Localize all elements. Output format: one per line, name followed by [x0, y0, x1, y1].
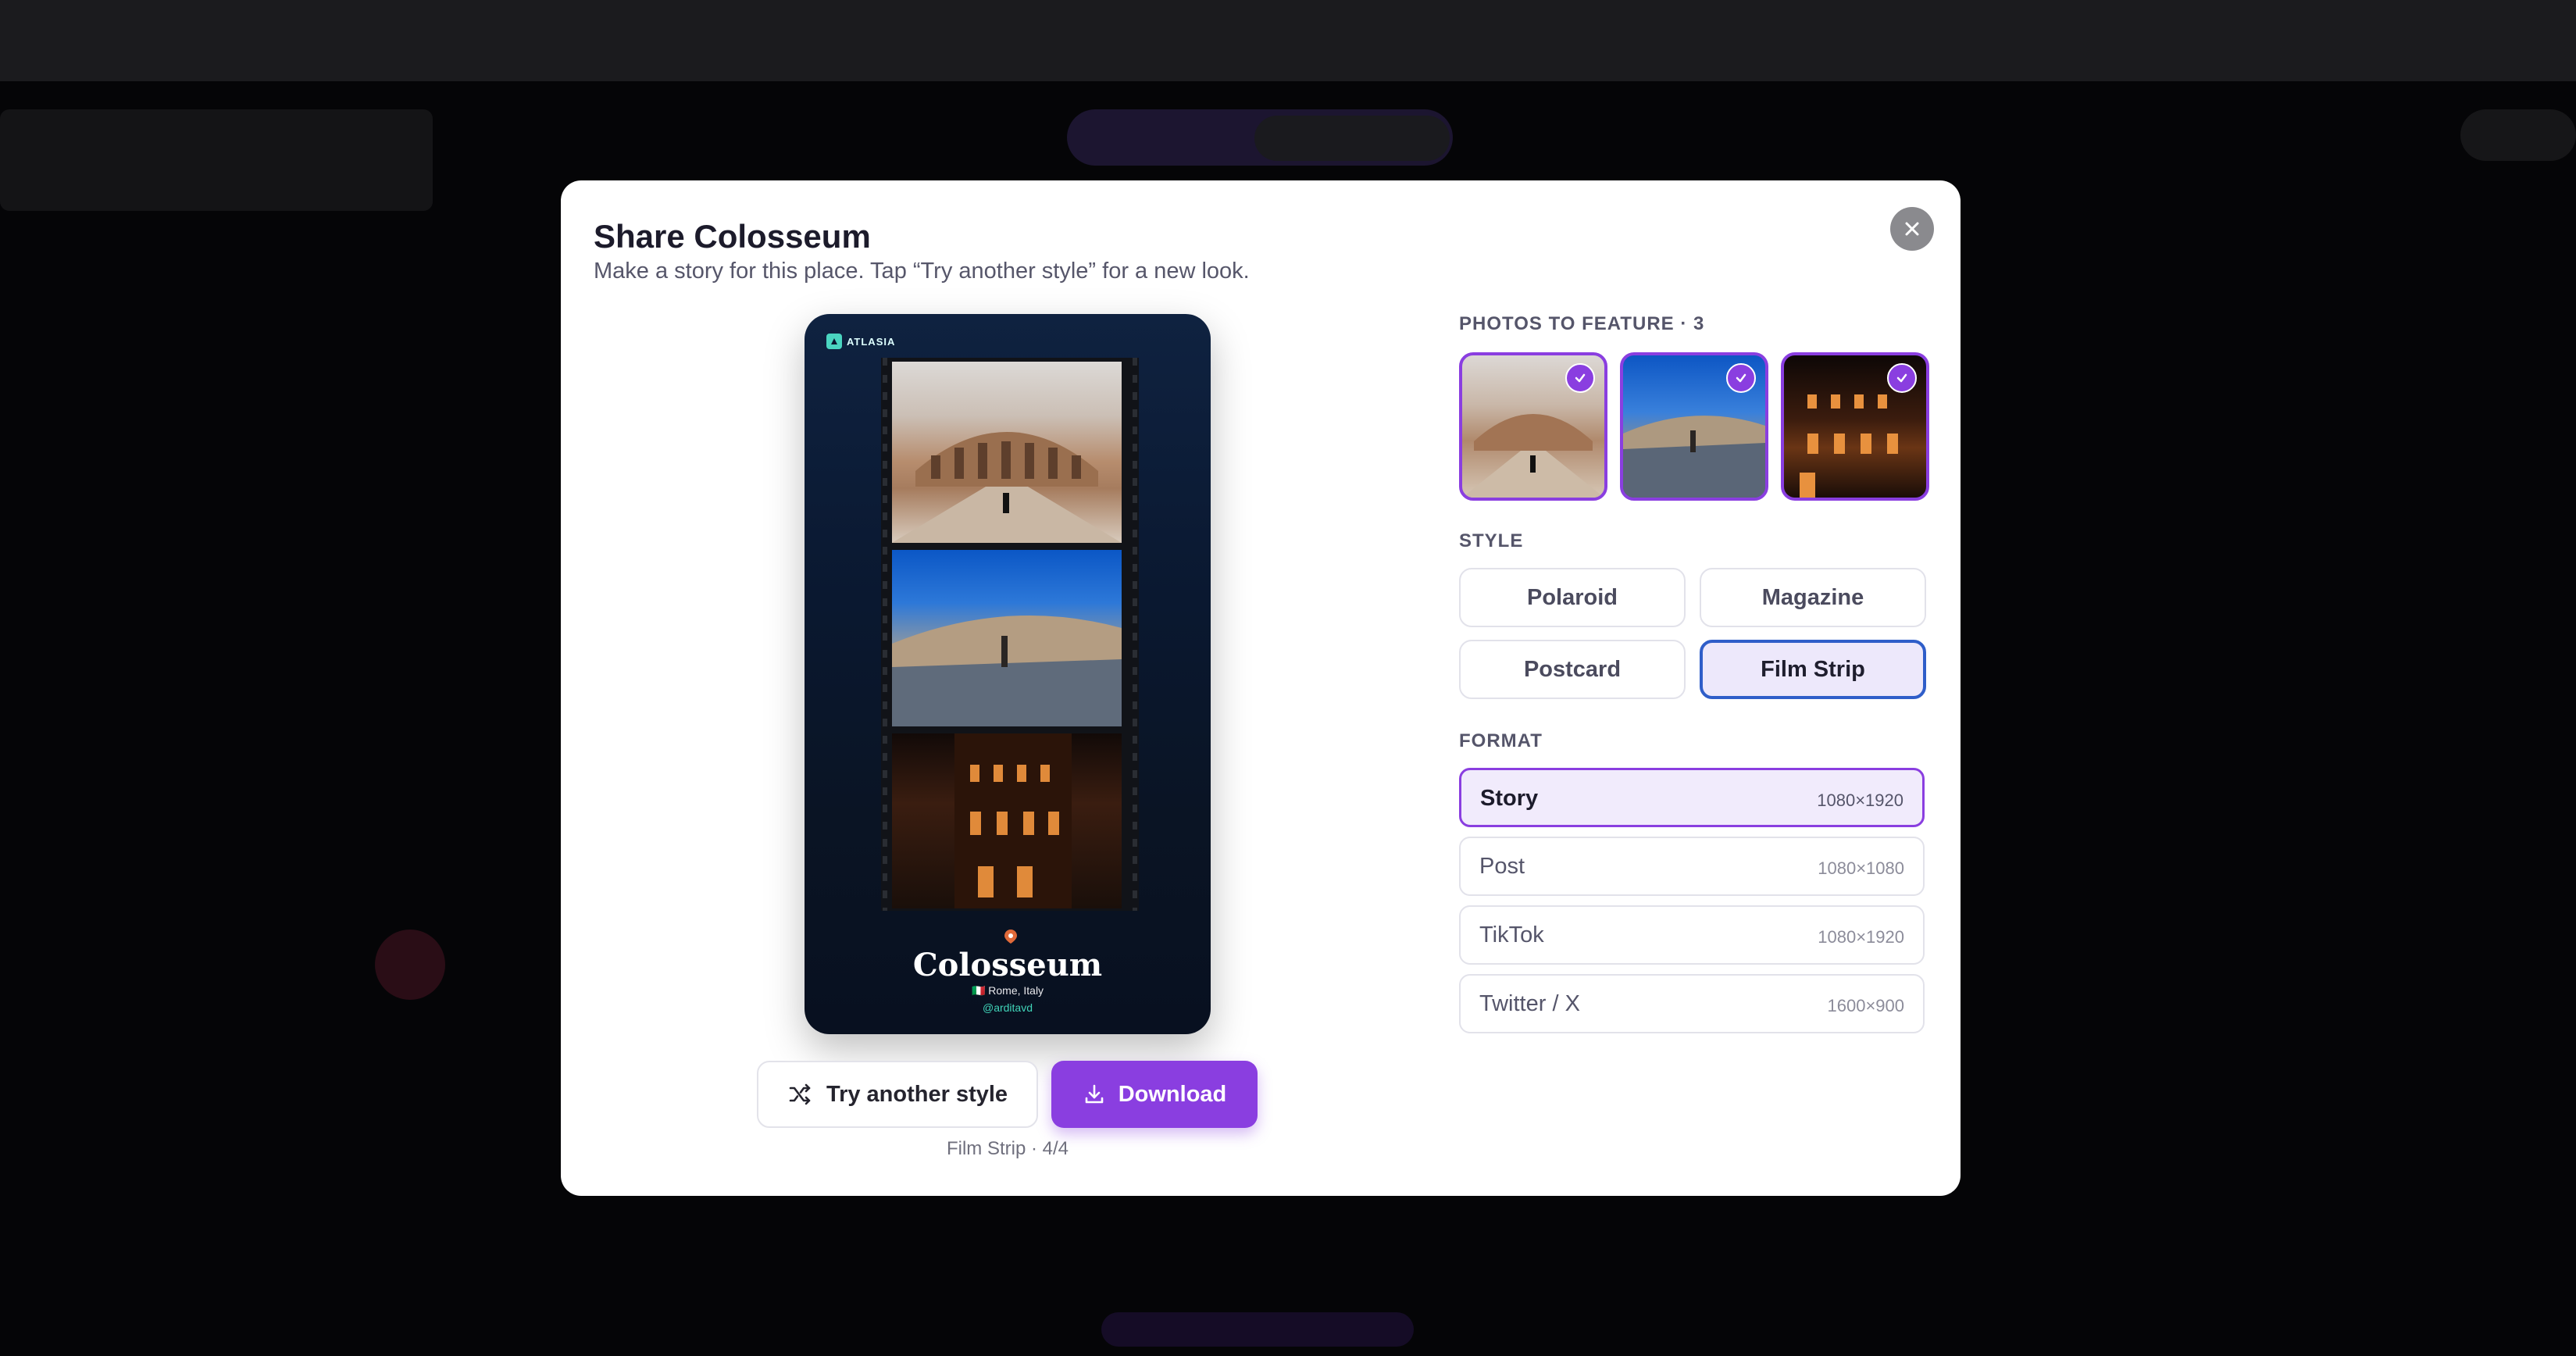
background-bottom-bar [1101, 1312, 1414, 1347]
film-frame-photo [892, 550, 1122, 726]
sprocket-holes-left [883, 358, 887, 911]
shuffle-icon [789, 1083, 811, 1105]
preview-place-name: Colosseum [912, 947, 1103, 983]
format-heading: FORMAT [1459, 730, 1543, 751]
photo-thumbnail[interactable] [1781, 352, 1929, 501]
close-button[interactable] [1890, 207, 1934, 251]
download-button[interactable]: Download [1051, 1061, 1258, 1128]
dialog-title: Share Colosseum [594, 218, 871, 255]
check-icon [1726, 363, 1756, 393]
film-strip [881, 358, 1139, 911]
check-icon [1887, 363, 1917, 393]
preview-handle: @arditavd [982, 1001, 1033, 1014]
brand-mark-icon [826, 334, 842, 349]
format-size: 1600×900 [1827, 996, 1905, 1015]
style-caption: Film Strip · 4/4 [946, 1138, 1069, 1159]
preview-location: 🇮🇹 Rome, Italy [971, 984, 1044, 997]
try-another-style-label: Try another style [826, 1081, 1008, 1107]
photo-thumbnail[interactable] [1620, 352, 1768, 501]
format-name: Post [1479, 854, 1525, 879]
check-icon [1565, 363, 1595, 393]
background-panel [0, 109, 433, 211]
style-option-magazine[interactable]: Magazine [1700, 568, 1926, 627]
format-option-tiktok[interactable]: TikTok 1080×1920 [1459, 905, 1925, 965]
download-icon [1085, 1084, 1104, 1104]
format-size: 1080×1920 [1818, 927, 1904, 947]
background-app-header [0, 0, 2576, 81]
background-toggle-option [1254, 116, 1450, 161]
background-map-marker [375, 930, 445, 1000]
photos-heading: PHOTOS TO FEATURE · 3 [1459, 313, 1705, 334]
photo-thumbnail[interactable] [1459, 352, 1607, 501]
format-size: 1080×1920 [1817, 790, 1903, 810]
style-option-polaroid[interactable]: Polaroid [1459, 568, 1686, 627]
background-button [2460, 109, 2576, 161]
style-option-film-strip[interactable]: Film Strip [1700, 640, 1926, 699]
style-option-postcard[interactable]: Postcard [1459, 640, 1686, 699]
sprocket-holes-right [1133, 358, 1137, 911]
format-option-twitter[interactable]: Twitter / X 1600×900 [1459, 974, 1925, 1033]
brand-logo: ATLASIA [826, 334, 895, 349]
format-size: 1080×1080 [1818, 858, 1904, 878]
share-dialog: Share Colosseum Make a story for this pl… [561, 180, 1961, 1196]
format-option-post[interactable]: Post 1080×1080 [1459, 837, 1925, 896]
film-frame-photo [892, 733, 1122, 908]
format-name: Story [1480, 786, 1539, 811]
story-preview: ATLASIA Colosseum 🇮🇹 Rome, Italy @ardita… [805, 314, 1211, 1034]
format-name: TikTok [1479, 922, 1544, 947]
dialog-subtitle: Make a story for this place. Tap “Try an… [594, 259, 1250, 284]
film-frame-photo [892, 362, 1122, 543]
close-icon [1905, 222, 1919, 236]
format-name: Twitter / X [1479, 991, 1580, 1016]
try-another-style-button[interactable]: Try another style [757, 1061, 1038, 1128]
style-heading: STYLE [1459, 530, 1524, 551]
format-option-story[interactable]: Story 1080×1920 [1459, 768, 1925, 827]
download-label: Download [1118, 1081, 1227, 1107]
brand-name: ATLASIA [847, 335, 896, 348]
